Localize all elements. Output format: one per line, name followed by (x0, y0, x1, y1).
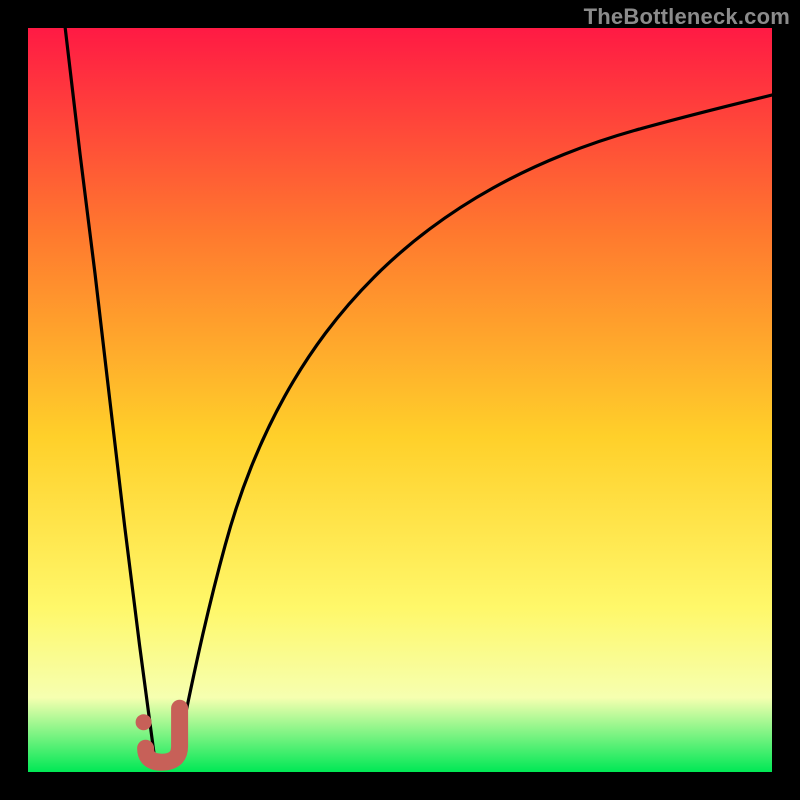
watermark-text: TheBottleneck.com (584, 4, 790, 30)
chart-svg (28, 28, 772, 772)
plot-area (28, 28, 772, 772)
gradient-background (28, 28, 772, 772)
outer-frame: TheBottleneck.com (0, 0, 800, 800)
